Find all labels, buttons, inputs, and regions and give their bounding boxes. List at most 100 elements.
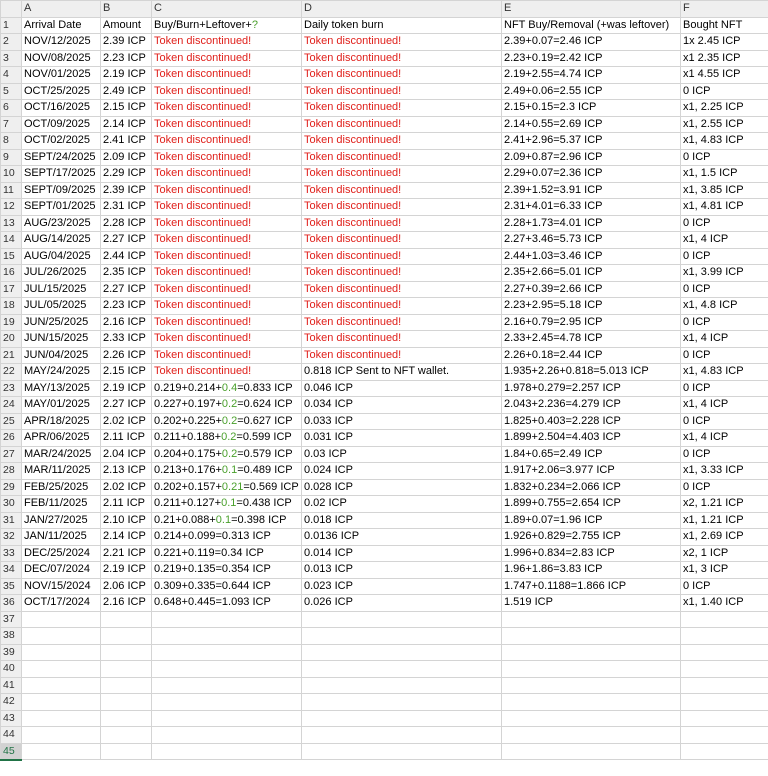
cell-b[interactable]: 2.35 ICP bbox=[100, 264, 152, 282]
cell-d[interactable]: 0.028 ICP bbox=[301, 478, 502, 496]
select-all-corner[interactable] bbox=[0, 0, 22, 18]
cell-e[interactable]: 2.19+2.55=4.74 ICP bbox=[501, 66, 681, 84]
cell-e[interactable]: 1.519 ICP bbox=[501, 594, 681, 612]
cell-b[interactable]: 2.39 ICP bbox=[100, 181, 152, 199]
cell-c[interactable] bbox=[151, 676, 302, 694]
cell-d[interactable]: Token discontinued! bbox=[301, 346, 502, 364]
cell-f[interactable]: x1, 1.5 ICP bbox=[680, 165, 768, 183]
row-header[interactable]: 38 bbox=[0, 627, 22, 645]
cell-e[interactable]: 2.15+0.15=2.3 ICP bbox=[501, 99, 681, 117]
cell-a[interactable]: JUL/26/2025 bbox=[21, 264, 101, 282]
row-header[interactable]: 20 bbox=[0, 330, 22, 348]
cell-b[interactable]: 2.06 ICP bbox=[100, 577, 152, 595]
cell-d[interactable]: Token discontinued! bbox=[301, 49, 502, 67]
cell-e[interactable]: 1.899+2.504=4.403 ICP bbox=[501, 429, 681, 447]
cell-c[interactable] bbox=[151, 660, 302, 678]
cell-f[interactable] bbox=[680, 627, 768, 645]
cell-a[interactable] bbox=[21, 643, 101, 661]
row-header[interactable]: 30 bbox=[0, 495, 22, 513]
row-header[interactable]: 36 bbox=[0, 594, 22, 612]
cell-b[interactable]: 2.16 ICP bbox=[100, 594, 152, 612]
cell-c[interactable]: Token discontinued! bbox=[151, 181, 302, 199]
row-header[interactable]: 4 bbox=[0, 66, 22, 84]
cell-f[interactable]: x1, 1.21 ICP bbox=[680, 511, 768, 529]
row-header[interactable]: 17 bbox=[0, 280, 22, 298]
cell-e[interactable] bbox=[501, 726, 681, 744]
cell-b[interactable] bbox=[100, 660, 152, 678]
cell-header-bought-nft[interactable]: Bought NFT bbox=[680, 16, 768, 34]
cell-d[interactable] bbox=[301, 709, 502, 727]
cell-b[interactable]: 2.39 ICP bbox=[100, 33, 152, 51]
cell-a[interactable]: JUL/15/2025 bbox=[21, 280, 101, 298]
cell-a[interactable]: NOV/12/2025 bbox=[21, 33, 101, 51]
cell-f[interactable]: x1, 1.40 ICP bbox=[680, 594, 768, 612]
cell-f[interactable]: 0 ICP bbox=[680, 478, 768, 496]
cell-b[interactable]: 2.31 ICP bbox=[100, 198, 152, 216]
cell-e[interactable] bbox=[501, 676, 681, 694]
cell-c[interactable]: Token discontinued! bbox=[151, 148, 302, 166]
cell-b[interactable]: 2.16 ICP bbox=[100, 313, 152, 331]
cell-f[interactable] bbox=[680, 726, 768, 744]
cell-c[interactable] bbox=[151, 726, 302, 744]
column-header-c[interactable]: C bbox=[151, 0, 302, 18]
row-header[interactable]: 42 bbox=[0, 693, 22, 711]
row-header[interactable]: 5 bbox=[0, 82, 22, 100]
row-header[interactable]: 24 bbox=[0, 396, 22, 414]
cell-a[interactable]: SEPT/01/2025 bbox=[21, 198, 101, 216]
cell-f[interactable]: 0 ICP bbox=[680, 280, 768, 298]
cell-a[interactable]: JUL/05/2025 bbox=[21, 297, 101, 315]
cell-d[interactable]: Token discontinued! bbox=[301, 66, 502, 84]
cell-d[interactable]: 0.026 ICP bbox=[301, 594, 502, 612]
cell-a[interactable]: JUN/15/2025 bbox=[21, 330, 101, 348]
cell-d[interactable]: Token discontinued! bbox=[301, 165, 502, 183]
cell-d[interactable]: Token discontinued! bbox=[301, 297, 502, 315]
cell-e[interactable] bbox=[501, 643, 681, 661]
cell-f[interactable]: 0 ICP bbox=[680, 412, 768, 430]
cell-e[interactable]: 1.747+0.1188=1.866 ICP bbox=[501, 577, 681, 595]
cell-f[interactable]: x1 4.55 ICP bbox=[680, 66, 768, 84]
cell-e[interactable]: 1.996+0.834=2.83 ICP bbox=[501, 544, 681, 562]
column-header-a[interactable]: A bbox=[21, 0, 101, 18]
cell-b[interactable]: 2.02 ICP bbox=[100, 478, 152, 496]
cell-c[interactable]: 0.648+0.445=1.093 ICP bbox=[151, 594, 302, 612]
row-header[interactable]: 45 bbox=[0, 742, 22, 761]
cell-e[interactable]: 1.926+0.829=2.755 ICP bbox=[501, 528, 681, 546]
cell-a[interactable]: APR/18/2025 bbox=[21, 412, 101, 430]
row-header[interactable]: 43 bbox=[0, 709, 22, 727]
cell-d[interactable]: 0.818 ICP Sent to NFT wallet. bbox=[301, 363, 502, 381]
column-header-e[interactable]: E bbox=[501, 0, 681, 18]
cell-c[interactable] bbox=[151, 742, 302, 760]
row-header[interactable]: 15 bbox=[0, 247, 22, 265]
cell-f[interactable]: 0 ICP bbox=[680, 445, 768, 463]
cell-a[interactable]: SEPT/17/2025 bbox=[21, 165, 101, 183]
cell-a[interactable]: OCT/02/2025 bbox=[21, 132, 101, 150]
cell-a[interactable]: MAR/11/2025 bbox=[21, 462, 101, 480]
cell-e[interactable]: 2.23+2.95=5.18 ICP bbox=[501, 297, 681, 315]
cell-f[interactable]: x1, 4.8 ICP bbox=[680, 297, 768, 315]
cell-d[interactable]: Token discontinued! bbox=[301, 115, 502, 133]
cell-c[interactable]: 0.227+0.197+0.2=0.624 ICP bbox=[151, 396, 302, 414]
cell-a[interactable]: AUG/04/2025 bbox=[21, 247, 101, 265]
cell-a[interactable]: AUG/14/2025 bbox=[21, 231, 101, 249]
cell-e[interactable]: 1.832+0.234=2.066 ICP bbox=[501, 478, 681, 496]
row-header[interactable]: 6 bbox=[0, 99, 22, 117]
row-header[interactable]: 22 bbox=[0, 363, 22, 381]
cell-f[interactable] bbox=[680, 676, 768, 694]
cell-b[interactable]: 2.14 ICP bbox=[100, 528, 152, 546]
cell-e[interactable]: 2.41+2.96=5.37 ICP bbox=[501, 132, 681, 150]
cell-e[interactable] bbox=[501, 742, 681, 760]
cell-e[interactable]: 2.44+1.03=3.46 ICP bbox=[501, 247, 681, 265]
cell-d[interactable]: 0.0136 ICP bbox=[301, 528, 502, 546]
column-header-b[interactable]: B bbox=[100, 0, 152, 18]
cell-d[interactable]: 0.014 ICP bbox=[301, 544, 502, 562]
cell-f[interactable] bbox=[680, 742, 768, 760]
cell-c[interactable]: 0.211+0.188+0.2=0.599 ICP bbox=[151, 429, 302, 447]
row-header[interactable]: 21 bbox=[0, 346, 22, 364]
cell-e[interactable]: 2.27+3.46=5.73 ICP bbox=[501, 231, 681, 249]
cell-b[interactable]: 2.28 ICP bbox=[100, 214, 152, 232]
cell-c[interactable]: 0.214+0.099=0.313 ICP bbox=[151, 528, 302, 546]
cell-e[interactable] bbox=[501, 709, 681, 727]
cell-e[interactable]: 1.917+2.06=3.977 ICP bbox=[501, 462, 681, 480]
cell-c[interactable]: Token discontinued! bbox=[151, 330, 302, 348]
cell-b[interactable]: 2.44 ICP bbox=[100, 247, 152, 265]
